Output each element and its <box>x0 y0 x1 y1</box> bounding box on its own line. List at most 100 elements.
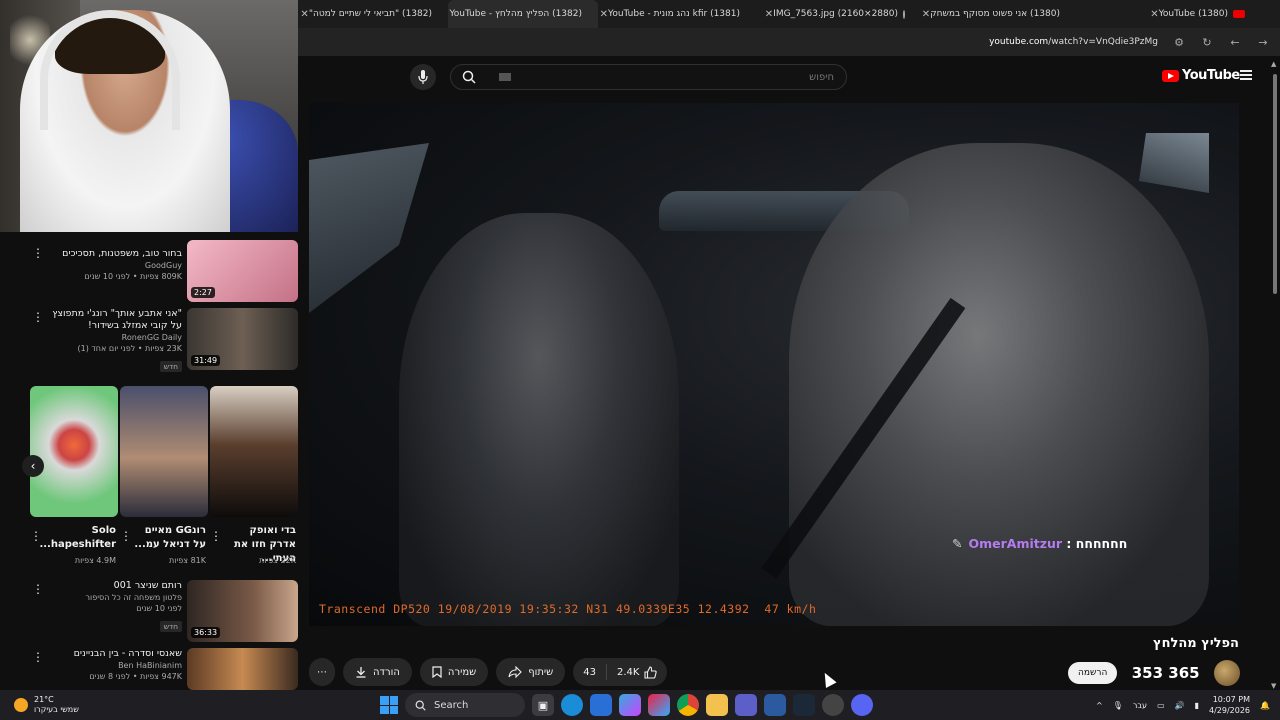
keyboard-icon[interactable] <box>499 73 511 81</box>
teams-icon[interactable] <box>735 694 757 716</box>
more-actions-button[interactable]: ⋯ <box>309 658 335 686</box>
browser-tab[interactable]: (1381) kfir נהג מונית - YouTube ✕ <box>598 0 756 28</box>
video-thumbnail[interactable]: 2:27 <box>187 240 298 302</box>
close-tab-icon[interactable]: ✕ <box>1150 9 1158 20</box>
volume-icon[interactable]: 🔊 <box>1175 701 1185 710</box>
new-badge: חדש <box>159 621 182 632</box>
kebab-menu-icon[interactable]: ⋮ <box>32 582 44 596</box>
browser-tab[interactable]: (1382) "תביאי לי שתיים למטה" ✕ <box>298 0 448 28</box>
chat-text: חחחחחח <box>1075 536 1128 551</box>
copilot-icon[interactable] <box>619 694 641 716</box>
screen: (1382) "תביאי לי שתיים למטה" ✕ (1382) הפ… <box>0 0 1280 720</box>
dislike-count: 43 <box>583 666 596 678</box>
channel-avatar[interactable] <box>1213 660 1240 686</box>
menu-icon[interactable] <box>1240 70 1252 80</box>
dislike-button[interactable]: 43 <box>573 658 606 686</box>
weather-temp: 21°C <box>34 695 54 704</box>
list-item[interactable]: ⋮ שאנסי וסדרה - בין הבניינים Ben HaBinia… <box>0 648 298 690</box>
clock[interactable]: 10:07 PM 4/29/2026 <box>1209 694 1250 716</box>
site-settings-icon[interactable]: ⚙ <box>1172 36 1186 49</box>
subscribe-button[interactable]: הרשמה <box>1068 662 1118 684</box>
like-button[interactable]: 2.4K <box>607 658 667 686</box>
m365-icon[interactable] <box>648 694 670 716</box>
youtube-header: YouTube <box>298 56 1270 98</box>
video-player[interactable]: Transcend DP520 19/08/2019 19:35:32 N31 … <box>309 103 1239 626</box>
edge-icon[interactable] <box>561 694 583 716</box>
steam-icon[interactable] <box>793 694 815 716</box>
short-thumbnail[interactable] <box>30 386 118 517</box>
list-item[interactable]: ⋮ "אני אתבע אותך" רונג'י מתפוצץ על קובי … <box>0 308 298 372</box>
microphone-icon[interactable]: 🎙 <box>1113 701 1123 710</box>
battery-icon[interactable]: ▮ <box>1195 701 1199 710</box>
tab-strip: (1382) "תביאי לי שתיים למטה" ✕ (1382) הפ… <box>298 0 1280 28</box>
file-explorer-icon[interactable] <box>706 694 728 716</box>
close-tab-icon[interactable]: ✕ <box>600 9 608 20</box>
windows-start-icon[interactable] <box>380 696 398 714</box>
channel-name: RonenGG Daily <box>121 333 182 342</box>
task-view-icon[interactable]: ▣ <box>532 694 554 716</box>
language-indicator[interactable]: עבר <box>1133 701 1147 710</box>
scroll-down-arrow-icon[interactable]: ▼ <box>1271 682 1276 690</box>
car-side-window <box>309 143 429 313</box>
channel-name[interactable]: 353 365 <box>1132 664 1200 682</box>
browser-tab[interactable]: (1380) YouTube ✕ <box>1076 0 1256 28</box>
close-tab-icon[interactable]: ✕ <box>300 9 308 20</box>
browser-tab[interactable]: IMG_7563.jpg (2160×2880) ✕ <box>756 0 916 28</box>
chevron-up-icon[interactable]: ^ <box>1096 701 1103 710</box>
video-thumbnail[interactable]: 31:49 <box>187 308 298 370</box>
video-thumbnail[interactable] <box>187 648 298 690</box>
save-label: שמירה <box>447 666 477 678</box>
video-actions: ⋯ הורדה שמירה שיתוף 43 2.4K <box>309 658 668 686</box>
close-tab-icon[interactable]: ✕ <box>922 9 930 20</box>
youtube-logo[interactable]: YouTube <box>1162 68 1240 83</box>
kebab-menu-icon[interactable]: ⋮ <box>32 310 44 324</box>
video-info: בחור טוב, משפטנות, תסכיכים GoodGuy 809K … <box>42 248 182 282</box>
list-item[interactable]: ⋮ רותם שניצר 001 פלטון משפחה זה כל הסיפו… <box>0 580 298 644</box>
scroll-thumb[interactable] <box>1273 74 1277 294</box>
short-title: רונGG מאיים על דניאל עמ... <box>134 525 206 550</box>
network-icon[interactable]: ▭ <box>1157 701 1165 710</box>
browser-tab[interactable]: (1380) אני פשוט מסוקף במשחק ✕ <box>916 0 1076 28</box>
share-button[interactable]: שיתוף <box>496 658 566 686</box>
forward-arrow-icon[interactable]: → <box>1256 36 1270 49</box>
short-thumbnail[interactable] <box>120 386 208 517</box>
short-item[interactable]: ⋮ Solo hapeshifter... 4.9M צפיות <box>30 386 118 565</box>
search-button[interactable] <box>451 65 487 89</box>
share-label: שיתוף <box>528 666 554 678</box>
shorts-shelf: ⋮ Solo hapeshifter... 4.9M צפיות ⋮ רונGG… <box>30 386 298 586</box>
reload-icon[interactable]: ↻ <box>1200 36 1214 49</box>
close-tab-icon[interactable]: ✕ <box>448 9 449 20</box>
chat-separator: : <box>1062 536 1076 551</box>
save-button[interactable]: שמירה <box>419 658 489 686</box>
short-thumbnail[interactable] <box>210 386 298 517</box>
app-icon[interactable] <box>764 694 786 716</box>
weather-widget[interactable]: 21°C שמשי בעיקרו <box>14 695 79 715</box>
chrome-icon[interactable] <box>677 694 699 716</box>
short-item[interactable]: ⋮ בדי ואופק אדרק חזו את העתי... 22K צפיו… <box>210 386 298 565</box>
settings-gear-icon[interactable] <box>822 694 844 716</box>
voice-search-button[interactable] <box>410 64 436 90</box>
video-thumbnail[interactable]: 36:33 <box>187 580 298 642</box>
kebab-menu-icon[interactable]: ⋮ <box>32 246 44 260</box>
back-arrow-icon[interactable]: ← <box>1228 36 1242 49</box>
scroll-up-arrow-icon[interactable]: ▲ <box>1271 60 1276 68</box>
kebab-menu-icon[interactable]: ⋮ <box>32 650 44 664</box>
download-button[interactable]: הורדה <box>343 658 412 686</box>
url-field[interactable]: youtube.com/watch?v=VnQdie3PzMg <box>989 37 1158 47</box>
list-item[interactable]: ⋮ בחור טוב, משפטנות, תסכיכים GoodGuy 809… <box>0 240 298 304</box>
page-scrollbar[interactable]: ▲ ▼ <box>1270 60 1280 690</box>
channel-name: Ben HaBinianim <box>118 661 182 670</box>
notification-icon[interactable]: 🔔 <box>1260 701 1270 710</box>
browser-tab-active[interactable]: (1382) הפליץ מהלחץ - YouTube ✕ <box>448 0 598 28</box>
video-title: רותם שניצר 001 <box>113 580 182 591</box>
bookmark-icon <box>432 666 442 678</box>
search-icon <box>462 70 476 84</box>
taskbar-search[interactable]: Search <box>405 693 525 717</box>
like-count: 2.4K <box>616 666 640 678</box>
discord-icon[interactable] <box>851 694 873 716</box>
store-icon[interactable] <box>590 694 612 716</box>
close-tab-icon[interactable]: ✕ <box>765 9 773 20</box>
search-input[interactable] <box>514 65 834 89</box>
short-item[interactable]: ⋮ רונGG מאיים על דניאל עמ... 81K צפיות <box>120 386 208 565</box>
chevron-left-icon[interactable]: ‹ <box>22 455 44 477</box>
